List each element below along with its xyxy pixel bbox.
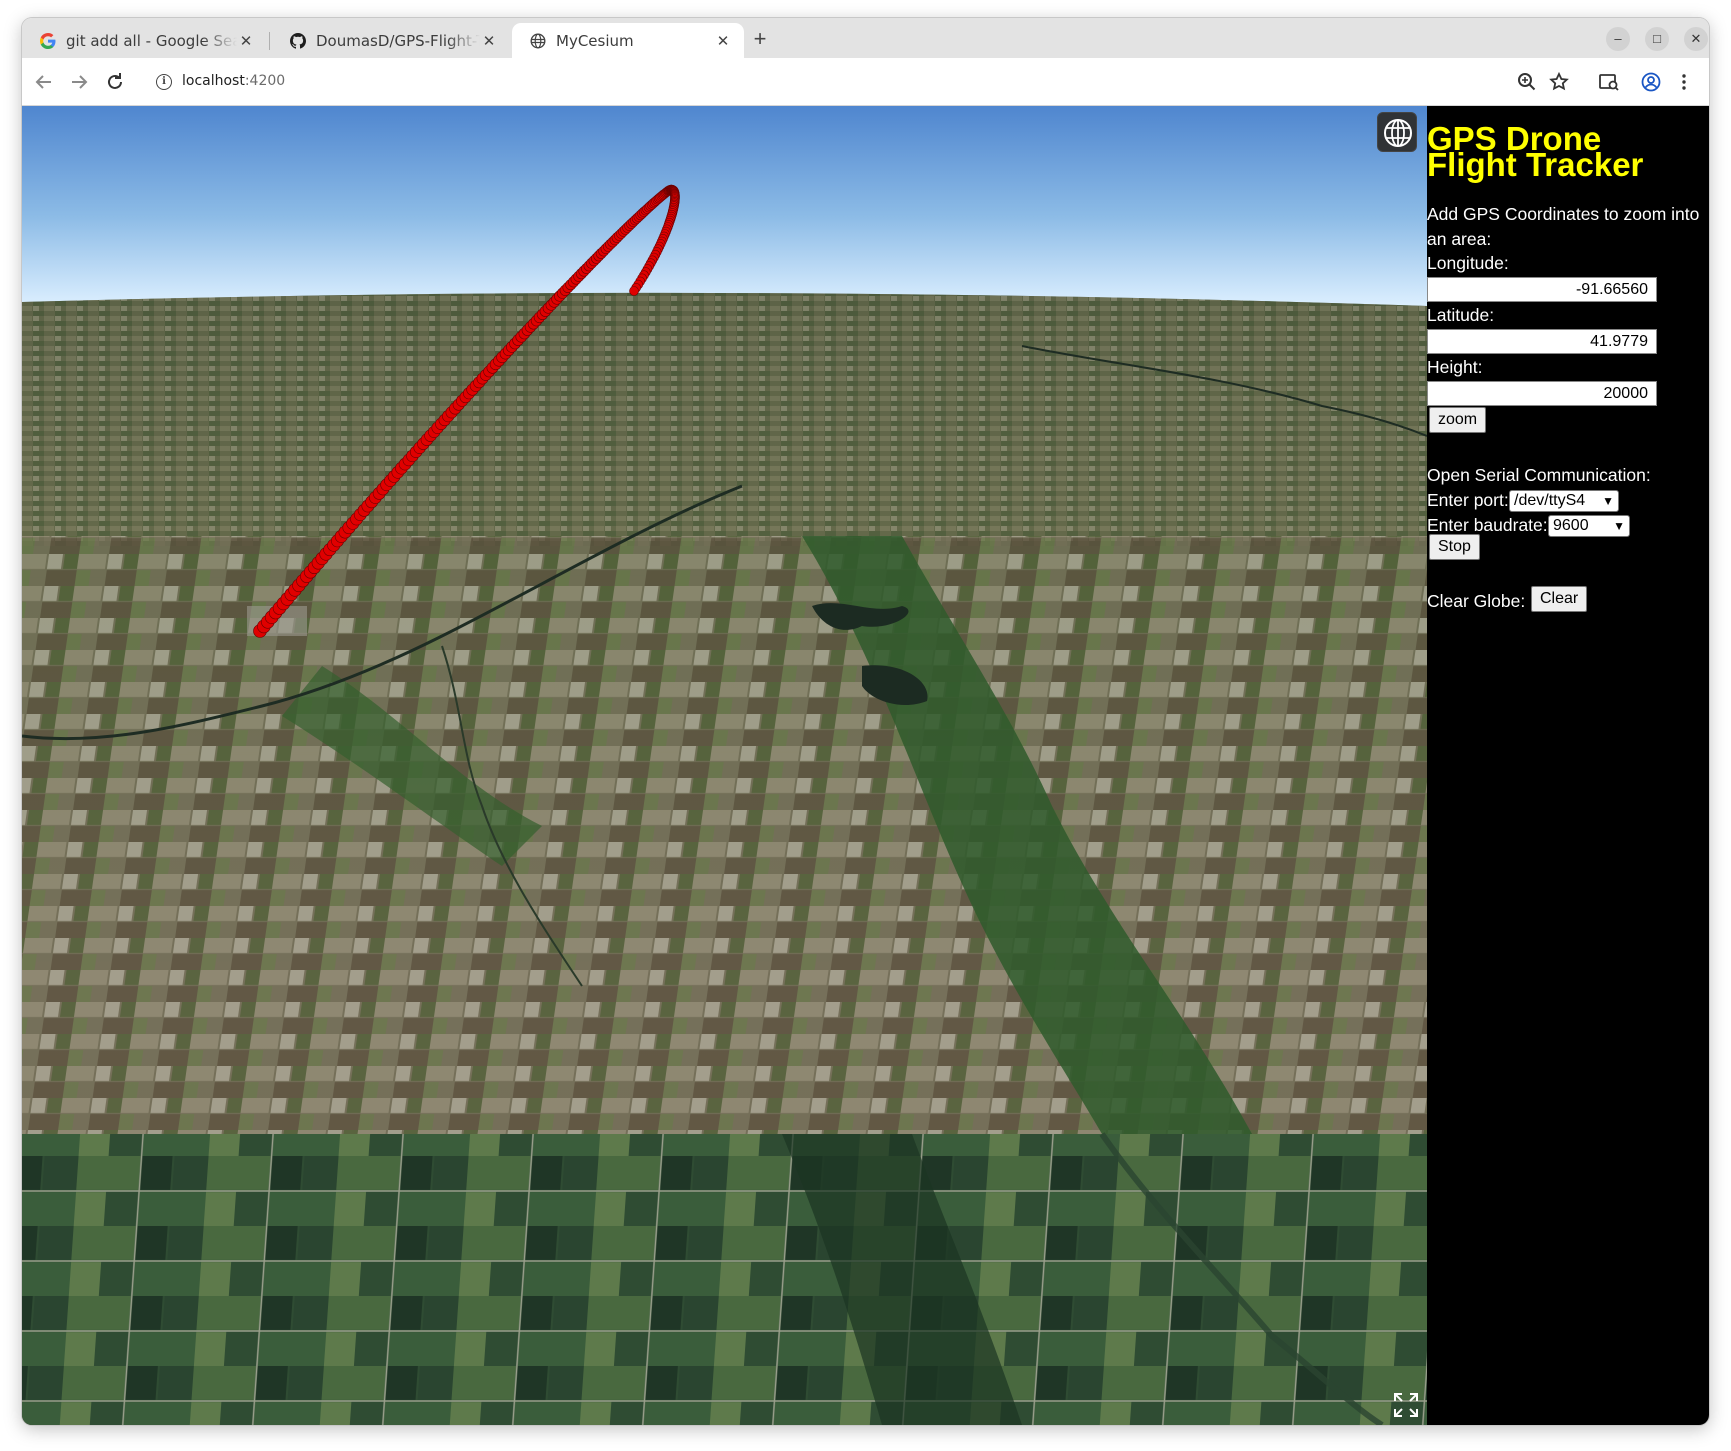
address-port: :4200	[244, 73, 286, 89]
globe-icon	[530, 32, 546, 49]
serial-heading: Open Serial Communication:	[1427, 465, 1651, 485]
fullscreen-button[interactable]	[1392, 1391, 1420, 1419]
longitude-label: Longitude:	[1427, 253, 1509, 273]
chevron-down-icon: ▼	[1602, 494, 1614, 508]
tab-title: DoumasD/GPS-Flight-Tracker	[316, 31, 480, 50]
browser-toolbar: i localhost:4200	[22, 58, 1709, 106]
sky	[22, 106, 1427, 306]
farmland-mid	[22, 536, 1427, 1134]
close-icon[interactable]: ✕	[480, 32, 498, 50]
clear-globe-label: Clear Globe:	[1427, 591, 1526, 611]
farmland-far	[22, 292, 1427, 546]
baudrate-select[interactable]: 9600 ▼	[1548, 515, 1630, 537]
tab-github[interactable]: DoumasD/GPS-Flight-Tracker ✕	[272, 23, 510, 58]
page-content: GPS Drone Flight Tracker Add GPS Coordin…	[22, 106, 1709, 1425]
address-host: localhost	[182, 73, 245, 89]
height-input[interactable]: 20000	[1427, 381, 1657, 406]
cesium-viewer[interactable]	[22, 106, 1427, 1425]
intro-text-line1: Add GPS Coordinates to zoom into	[1427, 204, 1700, 224]
fullscreen-icon	[1394, 1393, 1418, 1417]
forward-arrow-icon[interactable]	[67, 70, 91, 94]
longitude-input[interactable]: -91.66560	[1427, 277, 1657, 302]
site-info-icon[interactable]: i	[156, 74, 172, 90]
address-url: localhost:4200	[182, 73, 285, 89]
tab-strip: git add all - Google Search ✕ DoumasD/GP…	[22, 18, 1709, 58]
stop-button[interactable]: Stop	[1429, 534, 1480, 560]
page-title: GPS Drone Flight Tracker	[1427, 122, 1709, 183]
tab-search-icon[interactable]	[1597, 70, 1621, 94]
close-icon[interactable]: ✕	[714, 32, 732, 50]
zoom-icon[interactable]	[1515, 70, 1539, 94]
tracker-panel: GPS Drone Flight Tracker Add GPS Coordin…	[1427, 106, 1709, 1425]
globe-scene[interactable]	[22, 106, 1427, 1425]
intro-text-line2: an area:	[1427, 229, 1492, 249]
port-select[interactable]: /dev/ttyS4 ▼	[1509, 490, 1619, 512]
bookmark-star-icon[interactable]	[1547, 70, 1571, 94]
tab-title: MyCesium	[556, 31, 634, 50]
new-tab-button[interactable]: +	[746, 26, 774, 54]
chevron-down-icon: ▼	[1613, 519, 1625, 533]
page-title-line2: Flight Tracker	[1427, 146, 1644, 183]
google-icon	[40, 32, 56, 49]
profile-icon[interactable]	[1639, 70, 1663, 94]
tab-google-search[interactable]: git add all - Google Search ✕	[22, 23, 267, 58]
browser-window: git add all - Google Search ✕ DoumasD/GP…	[22, 18, 1709, 1425]
reload-icon[interactable]	[103, 70, 127, 94]
port-label: Enter port:	[1427, 490, 1509, 510]
flight-point	[629, 286, 639, 296]
close-icon[interactable]: ✕	[237, 32, 255, 50]
back-arrow-icon[interactable]	[32, 70, 56, 94]
farmland-near	[22, 1134, 1427, 1425]
tab-separator	[269, 32, 270, 50]
github-icon	[290, 32, 306, 49]
latitude-input[interactable]: 41.9779	[1427, 329, 1657, 354]
minimize-button[interactable]: –	[1606, 27, 1630, 51]
height-label: Height:	[1427, 357, 1483, 377]
menu-kebab-icon[interactable]	[1672, 70, 1696, 94]
maximize-button[interactable]: □	[1645, 27, 1669, 51]
baudrate-select-value: 9600	[1553, 517, 1589, 534]
tab-title: git add all - Google Search	[66, 31, 237, 50]
globe-icon	[1384, 119, 1412, 147]
port-select-value: /dev/ttyS4	[1514, 492, 1586, 509]
latitude-label: Latitude:	[1427, 305, 1495, 325]
base-layer-picker-button[interactable]	[1377, 112, 1417, 152]
address-bar[interactable]: i localhost:4200	[142, 64, 1597, 100]
zoom-button[interactable]: zoom	[1429, 407, 1487, 433]
window-close-button[interactable]: ✕	[1684, 27, 1708, 51]
tab-mycesium[interactable]: MyCesium ✕	[512, 23, 744, 58]
clear-button[interactable]: Clear	[1531, 586, 1588, 612]
